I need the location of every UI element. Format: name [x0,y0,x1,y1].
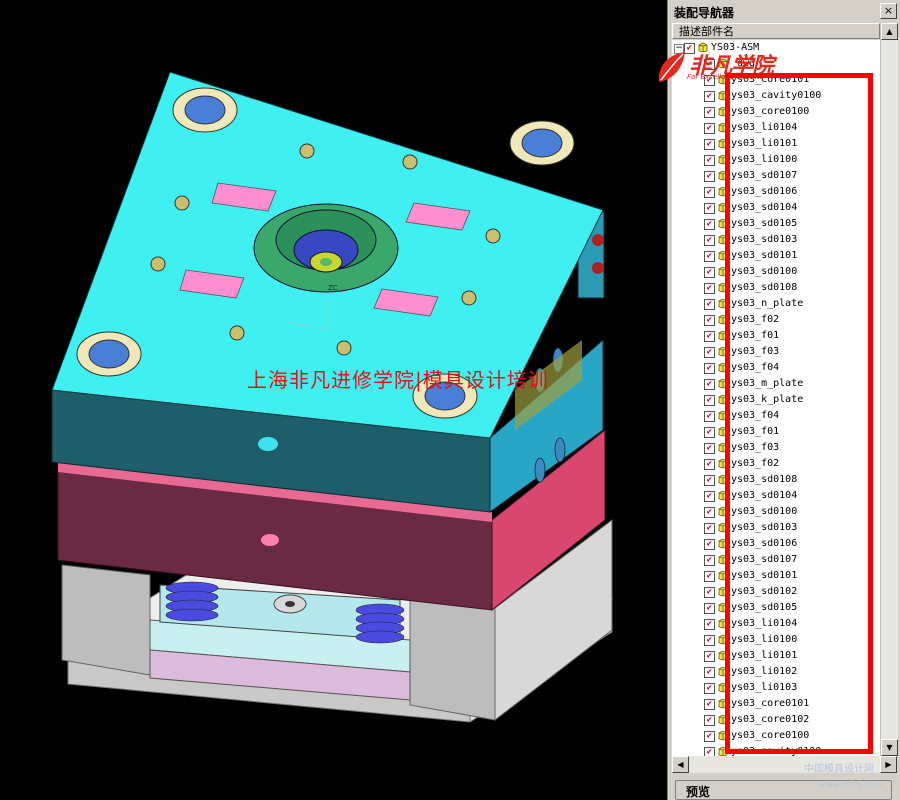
checkbox[interactable]: ✔ [704,331,715,342]
checkbox[interactable]: ✔ [704,379,715,390]
checkbox[interactable]: ✔ [704,523,715,534]
checkbox[interactable]: ✔ [704,219,715,230]
checkbox[interactable]: ✔ [704,459,715,470]
checkbox[interactable]: ✔ [704,635,715,646]
spring-right [355,603,405,644]
checkbox[interactable]: ✔ [704,123,715,134]
checkbox[interactable]: ✔ [704,139,715,150]
site-watermark: 中国模具设计网 [804,764,874,775]
checkbox[interactable]: ✔ [704,251,715,262]
checkbox[interactable]: ✔ [704,315,715,326]
checkbox[interactable]: ✔ [704,363,715,374]
checkbox[interactable]: ✔ [704,235,715,246]
checkbox[interactable]: ✔ [704,731,715,742]
checkbox[interactable]: ✔ [704,427,715,438]
checkbox[interactable]: ✔ [704,555,715,566]
close-icon[interactable]: × [880,3,897,19]
spring-left [165,581,219,622]
checkbox[interactable]: ✔ [704,107,715,118]
scroll-down-icon[interactable]: ▼ [881,739,898,756]
checkbox[interactable]: ✔ [704,619,715,630]
checkbox[interactable]: ✔ [704,603,715,614]
checkbox[interactable]: ✔ [704,651,715,662]
checkbox[interactable]: ✔ [704,395,715,406]
checkbox[interactable]: ✔ [704,283,715,294]
leaf-logo-icon [658,52,685,82]
checkbox[interactable]: ✔ [704,299,715,310]
checkbox[interactable]: ✔ [704,347,715,358]
checkbox[interactable]: ✔ [704,203,715,214]
highlight-box [725,73,873,754]
zc-axis-label: ZC [328,284,338,292]
checkbox[interactable]: ✔ [704,699,715,710]
checkbox[interactable]: ✔ [704,715,715,726]
training-watermark: 上海非凡进修学院|模具设计培训 [247,368,549,392]
checkbox[interactable]: ✔ [704,475,715,486]
checkbox[interactable]: ✔ [704,267,715,278]
checkbox[interactable]: ✔ [704,683,715,694]
checkbox[interactable]: ✔ [704,667,715,678]
checkbox[interactable]: ✔ [704,507,715,518]
vertical-scrollbar[interactable]: ▲ ▼ [880,23,898,756]
mold-assembly-model [51,71,614,723]
column-header-part-name[interactable]: 描述部件名 [672,23,880,39]
checkbox[interactable]: ✔ [704,587,715,598]
checkbox[interactable]: ✔ [704,539,715,550]
checkbox[interactable]: ✔ [704,91,715,102]
scroll-left-icon[interactable]: ◀ [672,756,689,773]
checkbox[interactable]: ✔ [704,411,715,422]
navigator-title: 装配导航器 [674,6,735,20]
cad-viewport[interactable]: 上海非凡进修学院|模具设计培训 ZC [0,0,667,800]
checkbox[interactable]: ✔ [704,491,715,502]
checkbox[interactable]: ✔ [704,571,715,582]
checkbox[interactable]: ✔ [704,747,715,756]
site-watermark-url: www.mjzj.com [818,780,883,790]
checkbox[interactable]: ✔ [704,171,715,182]
checkbox[interactable]: ✔ [704,187,715,198]
checkbox[interactable]: ✔ [704,155,715,166]
scroll-right-icon[interactable]: ▶ [880,756,897,773]
scroll-up-icon[interactable]: ▲ [881,23,898,40]
preview-label: 预览 [686,785,711,799]
checkbox[interactable]: ✔ [704,443,715,454]
